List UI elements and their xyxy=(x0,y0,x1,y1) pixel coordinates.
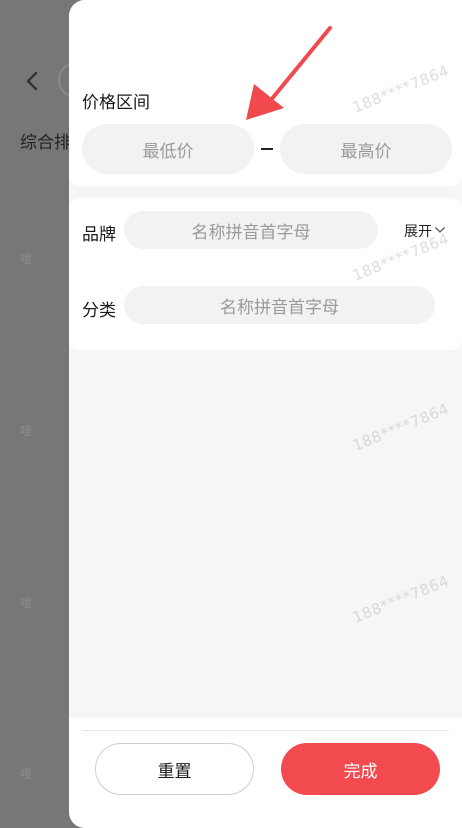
background-tag: 嗖 xyxy=(20,424,33,438)
drawer-footer: 重置 完成 xyxy=(69,718,462,828)
category-search-input[interactable]: 名称拼音首字母 xyxy=(124,286,435,324)
background-tag: 嗖 xyxy=(20,252,33,266)
min-price-input[interactable]: 最低价 xyxy=(82,124,254,174)
background-tag: 嗖 xyxy=(20,596,33,610)
reset-button[interactable]: 重置 xyxy=(95,743,254,795)
filter-drawer: 价格区间 最低价 最高价 品牌 名称拼音首字母 展开 分类 名称拼音首字母 重置… xyxy=(69,0,462,828)
category-label: 分类 xyxy=(82,301,116,321)
footer-divider xyxy=(82,730,449,731)
price-range-title: 价格区间 xyxy=(82,93,150,113)
expand-button[interactable]: 展开 xyxy=(404,221,446,241)
background-sort-label: 综合排 xyxy=(20,133,71,153)
price-range-card: 价格区间 最低价 最高价 xyxy=(69,0,462,186)
done-button[interactable]: 完成 xyxy=(281,743,440,795)
brand-label: 品牌 xyxy=(82,225,116,245)
back-chevron-icon xyxy=(22,70,44,92)
brand-search-input[interactable]: 名称拼音首字母 xyxy=(124,211,378,249)
max-price-input[interactable]: 最高价 xyxy=(280,124,452,174)
chevron-down-icon xyxy=(434,223,446,239)
range-dash xyxy=(261,148,273,150)
expand-label: 展开 xyxy=(404,224,432,240)
background-tag: 嗖 xyxy=(20,767,33,781)
